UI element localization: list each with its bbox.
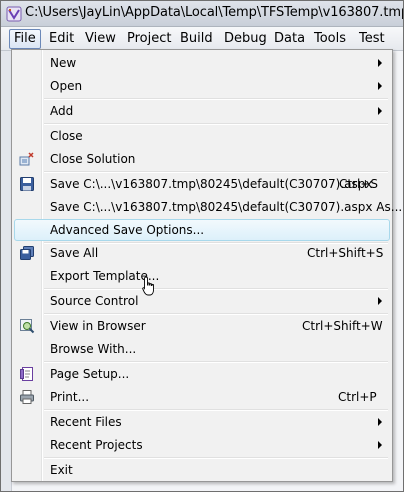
menu-view[interactable]: View	[81, 29, 120, 49]
menu-item-label: Recent Files	[50, 415, 122, 429]
menu-item-print[interactable]: Print... Ctrl+P	[14, 386, 390, 408]
submenu-arrow-icon	[378, 441, 382, 449]
menu-item-label: Advanced Save Options...	[50, 223, 205, 237]
menu-item-save-as[interactable]: Save C:\...\v163807.tmp\80245\default(C3…	[14, 196, 402, 218]
menu-item-recent-projects[interactable]: Recent Projects	[14, 434, 390, 456]
menu-item-new[interactable]: New	[14, 52, 390, 74]
menu-tools[interactable]: Tools	[310, 29, 350, 49]
menu-item-advanced-save-options[interactable]: Advanced Save Options...	[14, 219, 390, 241]
printer-icon	[20, 390, 34, 404]
menu-item-label: Open	[50, 79, 83, 93]
submenu-arrow-icon	[378, 297, 382, 305]
menu-item-recent-files[interactable]: Recent Files	[14, 411, 390, 433]
menu-item-open[interactable]: Open	[14, 75, 390, 97]
page-setup-icon	[20, 367, 33, 381]
save-all-icon	[20, 246, 34, 260]
menu-item-export-template[interactable]: Export Template...	[14, 265, 390, 287]
menu-bar: File Edit View Project Build Debug Data …	[1, 27, 403, 51]
window-title: C:\Users\JayLin\AppData\Local\Temp\TFSTe…	[25, 5, 404, 20]
menu-item-save[interactable]: Save C:\...\v163807.tmp\80245\default(C3…	[14, 173, 390, 195]
menu-item-label: Exit	[50, 463, 73, 477]
menu-item-shortcut: Ctrl+Shift+S	[307, 246, 384, 260]
browser-magnifier-icon	[20, 319, 35, 334]
menu-item-close[interactable]: Close	[14, 125, 390, 147]
menu-item-page-setup[interactable]: Page Setup...	[14, 363, 390, 385]
menu-item-label: Save All	[50, 246, 99, 260]
hand-cursor-icon	[142, 276, 154, 296]
submenu-arrow-icon	[378, 418, 382, 426]
title-bar: C:\Users\JayLin\AppData\Local\Temp\TFSTe…	[1, 1, 403, 27]
submenu-arrow-icon	[378, 82, 382, 90]
menu-data[interactable]: Data	[270, 29, 309, 49]
menu-item-label: View in Browser	[50, 319, 146, 333]
menu-item-save-all[interactable]: Save All Ctrl+Shift+S	[14, 242, 390, 264]
menu-test[interactable]: Test	[355, 29, 389, 49]
menu-item-source-control[interactable]: Source Control	[14, 290, 390, 312]
menu-item-label: Source Control	[50, 294, 139, 308]
menu-item-shortcut: Ctrl+S	[339, 177, 379, 191]
application-window: C:\Users\JayLin\AppData\Local\Temp\TFSTe…	[0, 0, 404, 492]
menu-item-label: Print...	[50, 390, 90, 404]
close-solution-icon	[19, 152, 34, 166]
menu-item-browse-with[interactable]: Browse With...	[14, 338, 390, 360]
menu-item-label: Recent Projects	[50, 438, 143, 452]
menu-item-shortcut: Ctrl+P	[338, 390, 377, 404]
menu-item-label: Add	[50, 104, 74, 118]
menu-debug[interactable]: Debug	[220, 29, 271, 49]
menu-file[interactable]: File	[9, 29, 41, 49]
menu-item-label: Browse With...	[50, 342, 137, 356]
submenu-arrow-icon	[378, 107, 382, 115]
menu-item-label: New	[50, 56, 77, 70]
menu-item-label: Save C:\...\v163807.tmp\80245\default(C3…	[50, 200, 403, 214]
menu-project[interactable]: Project	[123, 29, 175, 49]
menu-item-add[interactable]: Add	[14, 100, 390, 122]
menu-item-view-in-browser[interactable]: View in Browser Ctrl+Shift+W	[14, 315, 390, 337]
menu-item-label: Save C:\...\v163807.tmp\80245\default(C3…	[50, 177, 373, 191]
menu-item-label: Close	[50, 129, 83, 143]
visual-studio-icon	[6, 6, 22, 22]
menu-item-exit[interactable]: Exit	[14, 459, 390, 481]
menu-item-close-solution[interactable]: Close Solution	[14, 148, 390, 170]
menu-item-shortcut: Ctrl+Shift+W	[302, 319, 383, 333]
menu-item-label: Close Solution	[50, 152, 136, 166]
menu-build[interactable]: Build	[176, 29, 217, 49]
submenu-arrow-icon	[378, 59, 382, 67]
file-menu-dropdown: New Open Add Close Close Solution Save C…	[11, 49, 402, 482]
floppy-disk-icon	[20, 177, 34, 191]
menu-item-label: Page Setup...	[50, 367, 130, 381]
menu-edit[interactable]: Edit	[45, 29, 78, 49]
